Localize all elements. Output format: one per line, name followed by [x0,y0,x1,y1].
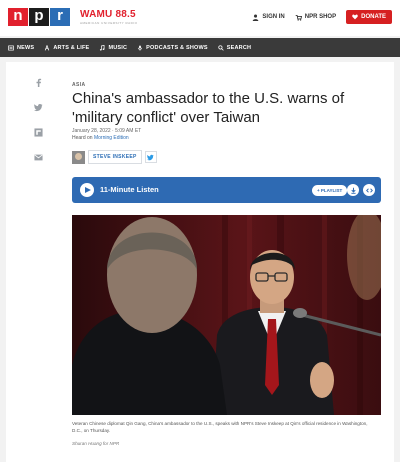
logo-letter-r: r [50,8,70,26]
audio-player: 11-Minute Listen + PLAYLIST [72,177,381,203]
listen-title: 11-Minute Listen [100,185,159,194]
nav-item-arts-life[interactable]: ARTS & LIFE [44,44,90,51]
nav-label-search: SEARCH [226,44,252,51]
main-nav: NEWS ARTS & LIFE MUSIC PODCASTS & SHOWS … [0,38,400,57]
shop-label: NPR SHOP [304,14,337,20]
user-nav: SIGN IN NPR SHOP DONATE [252,10,392,24]
station-name: WAMU 88.5 [80,9,136,20]
flipboard-icon[interactable] [34,128,43,137]
photo-credit: Shuran Huang for NPR [72,441,120,446]
twitter-icon[interactable] [34,103,43,112]
nav-item-news[interactable]: NEWS [8,45,34,51]
author-twitter-button[interactable] [144,151,157,163]
podcast-icon [138,44,143,51]
section-label[interactable]: ASIA [72,82,86,88]
nav-item-search[interactable]: SEARCH [218,45,251,51]
logo-letter-n: n [8,8,28,26]
nav-label-music: MUSIC [108,44,128,51]
logo-letter-p: p [29,8,49,26]
nav-label-news: NEWS [17,44,35,51]
twitter-icon [147,154,154,160]
add-to-playlist-button[interactable]: + PLAYLIST [312,185,348,196]
heard-on-prefix: Heard on [72,135,94,141]
embed-icon [365,187,373,193]
photo-illustration [72,215,381,415]
author-avatar[interactable] [72,150,85,164]
news-icon [8,45,14,50]
article-card: ASIA China's ambassador to the U.S. warn… [6,62,394,462]
play-button[interactable] [80,183,94,197]
nav-item-music[interactable]: MUSIC [99,45,127,51]
nav-label-arts-life: ARTS & LIFE [53,44,90,51]
search-icon [218,44,224,51]
shop-link[interactable]: NPR SHOP [295,14,336,21]
top-header: n p r WAMU 88.5 AMERICAN UNIVERSITY RADI… [0,0,400,36]
sign-in-link[interactable]: SIGN IN [252,14,285,21]
nav-label-podcasts: PODCASTS & SHOWS [146,44,208,51]
email-icon[interactable] [34,153,43,162]
byline: STEVE INSKEEP [72,150,157,164]
station-tagline: AMERICAN UNIVERSITY RADIO [80,21,138,25]
user-icon [253,14,259,21]
article-photo[interactable] [72,215,381,415]
author-link[interactable]: STEVE INSKEEP [88,150,142,164]
arts-icon [45,44,50,51]
donate-button[interactable]: DONATE [346,10,392,24]
article-headline: China's ambassador to the U.S. warns of … [72,90,345,126]
station-logo[interactable]: WAMU 88.5 AMERICAN UNIVERSITY RADIO [80,9,137,25]
photo-caption: Veteran Chinese diplomat Qin Gang, China… [72,421,368,433]
article-date: January 28, 2022 · 5:09 AM ET [72,128,142,134]
cart-icon [295,14,302,21]
npr-logo[interactable]: n p r [8,8,70,26]
heard-on: Heard on Morning Edition [72,135,129,141]
nav-item-podcasts[interactable]: PODCASTS & SHOWS [137,45,208,51]
embed-button[interactable] [363,184,375,196]
music-icon [100,44,105,51]
sign-in-label: SIGN IN [262,14,285,20]
download-icon [350,187,356,194]
facebook-icon[interactable] [34,78,43,87]
heart-icon [352,14,358,20]
show-link[interactable]: Morning Edition [94,135,129,141]
donate-label: DONATE [361,14,386,20]
download-button[interactable] [347,184,359,196]
share-tools [34,78,43,162]
